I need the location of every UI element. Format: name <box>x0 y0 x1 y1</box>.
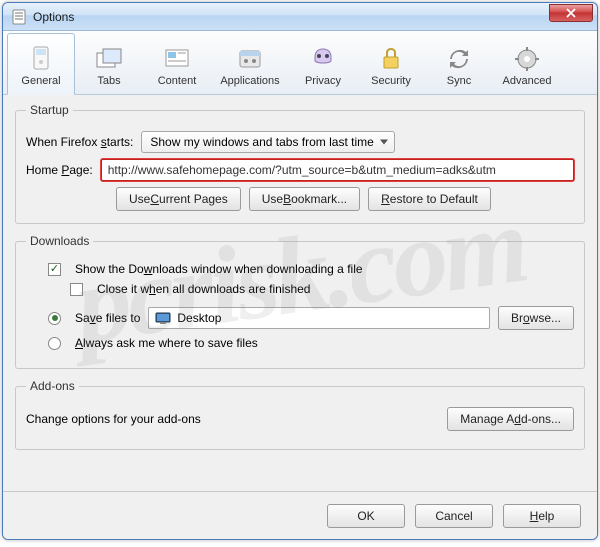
cancel-button[interactable]: Cancel <box>415 504 493 528</box>
general-panel: Startup When Firefox starts: Show my win… <box>3 95 597 491</box>
close-when-done-label: Close it when all downloads are finished <box>97 282 310 296</box>
use-bookmark-button[interactable]: Use Bookmark... <box>249 187 360 211</box>
show-downloads-label: Show the Downloads window when downloadi… <box>75 262 363 276</box>
homepage-label: Home Page: <box>26 163 93 177</box>
dialog-footer: OK Cancel Help <box>3 491 597 539</box>
always-ask-radio[interactable] <box>48 337 61 350</box>
desktop-icon <box>155 312 171 324</box>
save-files-to-label: Save files to <box>75 311 140 325</box>
applications-icon <box>235 45 265 73</box>
save-path-value: Desktop <box>177 311 221 325</box>
close-icon <box>566 8 576 18</box>
close-button[interactable] <box>549 4 593 22</box>
general-icon <box>26 45 56 73</box>
save-files-to-radio[interactable] <box>48 312 61 325</box>
always-ask-label: Always ask me where to save files <box>75 336 258 350</box>
security-icon <box>376 45 406 73</box>
close-when-done-checkbox[interactable] <box>70 283 83 296</box>
addons-text: Change options for your add-ons <box>26 412 439 426</box>
window-title: Options <box>33 10 549 24</box>
help-button[interactable]: Help <box>503 504 581 528</box>
startup-action-combo[interactable]: Show my windows and tabs from last time <box>141 131 394 153</box>
tab-sync[interactable]: Sync <box>425 33 493 94</box>
tab-label: Applications <box>220 75 279 87</box>
tab-general[interactable]: General <box>7 33 75 95</box>
manage-addons-button[interactable]: Manage Add-ons... <box>447 407 574 431</box>
tab-label: Advanced <box>503 75 552 87</box>
downloads-legend: Downloads <box>26 234 93 248</box>
titlebar: Options <box>3 3 597 31</box>
addons-group: Add-ons Change options for your add-ons … <box>15 379 585 450</box>
ok-button[interactable]: OK <box>327 504 405 528</box>
tab-applications[interactable]: Applications <box>211 33 289 94</box>
addons-legend: Add-ons <box>26 379 79 393</box>
when-firefox-starts-label: When Firefox starts: <box>26 135 133 149</box>
tabs-icon <box>94 45 124 73</box>
tab-label: Sync <box>447 75 471 87</box>
sync-icon <box>444 45 474 73</box>
category-toolbar: General Tabs Content Applications Privac… <box>3 31 597 95</box>
tab-advanced[interactable]: Advanced <box>493 33 561 94</box>
startup-action-value: Show my windows and tabs from last time <box>150 135 373 149</box>
startup-legend: Startup <box>26 103 73 117</box>
use-current-pages-button[interactable]: Use Current Pages <box>116 187 241 211</box>
startup-group: Startup When Firefox starts: Show my win… <box>15 103 585 224</box>
downloads-group: Downloads Show the Downloads window when… <box>15 234 585 369</box>
privacy-icon <box>308 45 338 73</box>
save-path-field[interactable]: Desktop <box>148 307 490 329</box>
tab-label: Security <box>371 75 411 87</box>
tab-label: General <box>21 75 60 87</box>
homepage-input[interactable] <box>101 159 574 181</box>
tab-security[interactable]: Security <box>357 33 425 94</box>
tab-label: Content <box>158 75 197 87</box>
tab-tabs[interactable]: Tabs <box>75 33 143 94</box>
tab-label: Privacy <box>305 75 341 87</box>
restore-default-button[interactable]: Restore to Default <box>368 187 491 211</box>
advanced-icon <box>512 45 542 73</box>
browse-button[interactable]: Browse... <box>498 306 574 330</box>
app-icon <box>11 9 27 25</box>
tab-label: Tabs <box>97 75 120 87</box>
content-icon <box>162 45 192 73</box>
tab-privacy[interactable]: Privacy <box>289 33 357 94</box>
options-window: Options General Tabs Content Application… <box>2 2 598 540</box>
show-downloads-checkbox[interactable] <box>48 263 61 276</box>
tab-content[interactable]: Content <box>143 33 211 94</box>
